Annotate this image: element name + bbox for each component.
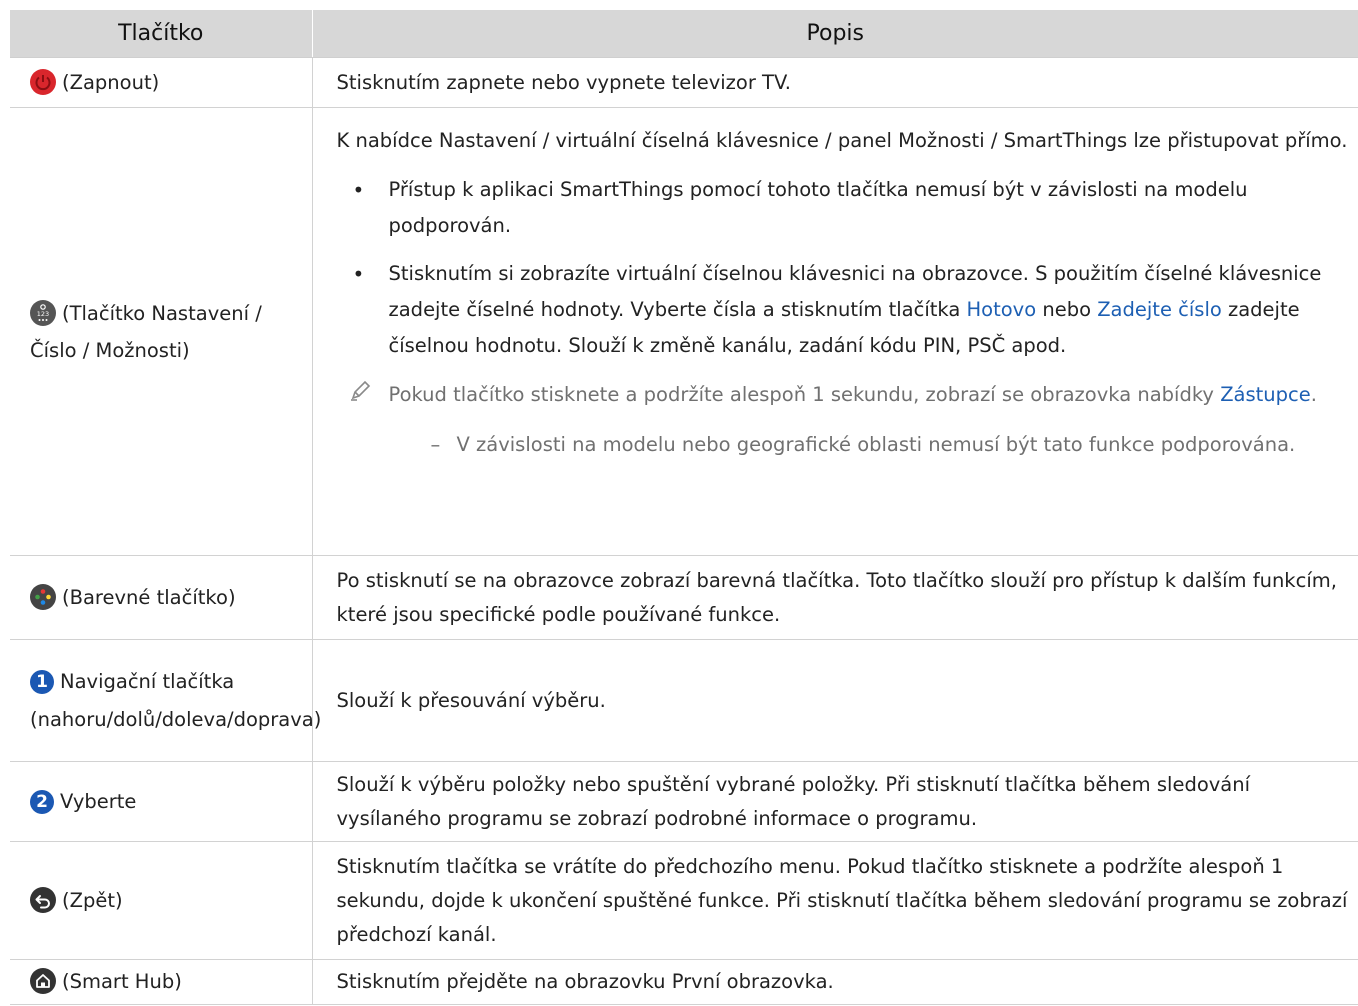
back-icon <box>30 886 56 913</box>
description-text: K nabídce Nastavení / virtuální číselná … <box>336 129 1348 152</box>
list-item: • Přístup k aplikaci SmartThings pomocí … <box>337 172 1353 244</box>
button-label: (Barevné tlačítko) <box>62 585 236 609</box>
button-cell: 123 (Tlačítko Nastavení / Číslo / Možnos… <box>10 107 313 556</box>
settings-number-icon: 123 <box>30 299 56 326</box>
button-label: (Tlačítko Nastavení / Číslo / Možnosti) <box>30 301 262 362</box>
sub-note: – V závislosti na modelu nebo geografick… <box>337 428 1353 462</box>
button-label: Vyberte <box>60 789 137 813</box>
link-zastupce[interactable]: Zástupce <box>1220 383 1311 406</box>
pencil-note-icon <box>350 380 370 401</box>
description-text: Slouží k výběru položky nebo spuštění vy… <box>336 772 1251 830</box>
button-label: (Zpět) <box>62 888 123 912</box>
home-icon <box>30 968 56 994</box>
description-text: Stisknutím zapnete nebo vypnete televizo… <box>336 70 791 94</box>
description-cell: Slouží k výběru položky nebo spuštění vy… <box>312 761 1358 842</box>
description-cell: Stisknutím zapnete nebo vypnete televizo… <box>312 57 1358 108</box>
table-row: (Zpět) Stisknutím tlačítka se vrátíte do… <box>10 841 1358 960</box>
description-cell: Slouží k přesouvání výběru. <box>312 639 1358 762</box>
button-description-table: Tlačítko Popis (Zapnout) Stisknutím zapn… <box>10 10 1358 1005</box>
description-text: Stisknutím přejděte na obrazovku První o… <box>336 970 834 993</box>
number-badge-1: 1 <box>30 669 54 694</box>
bullet-text-part: nebo <box>1036 298 1098 321</box>
link-hotovo[interactable]: Hotovo <box>967 298 1037 321</box>
table-row: 2 Vyberte Slouží k výběru položky nebo sp… <box>10 761 1358 842</box>
note: Pokud tlačítko stisknete a podržíte ales… <box>337 376 1353 414</box>
link-zadejte-cislo[interactable]: Zadejte číslo <box>1097 298 1222 321</box>
description-text: Stisknutím tlačítka se vrátíte do předch… <box>336 854 1348 946</box>
button-cell: (Barevné tlačítko) <box>10 555 313 640</box>
description-text: Slouží k přesouvání výběru. <box>336 688 606 712</box>
sub-note-text: V závislosti na modelu nebo geografické … <box>456 433 1296 456</box>
table-header-row: Tlačítko Popis <box>10 10 1358 58</box>
description-cell: Stisknutím přejděte na obrazovku První o… <box>312 959 1358 1005</box>
description-cell: K nabídce Nastavení / virtuální číselná … <box>312 107 1358 556</box>
button-cell: (Zapnout) <box>10 57 313 108</box>
description-cell: Po stisknutí se na obrazovce zobrazí bar… <box>312 555 1358 640</box>
bullet-marker: • <box>352 262 365 286</box>
description-cell: Stisknutím tlačítka se vrátíte do předch… <box>312 841 1358 960</box>
table-row: 123 (Tlačítko Nastavení / Číslo / Možnos… <box>10 107 1358 556</box>
note-text: Pokud tlačítko stisknete a podržíte ales… <box>388 383 1221 406</box>
description-text: Po stisknutí se na obrazovce zobrazí bar… <box>336 568 1337 626</box>
note-text-end: . <box>1310 383 1317 406</box>
header-description-column: Popis <box>312 10 1358 58</box>
color-button-icon <box>30 583 56 610</box>
number-badge-2: 2 <box>30 789 54 814</box>
button-cell: 1 Navigační tlačítka (nahoru/dolů/doleva/… <box>10 639 321 762</box>
table-row: (Zapnout) Stisknutím zapnete nebo vypnet… <box>10 57 1358 108</box>
button-cell: (Zpět) <box>10 841 313 960</box>
power-icon <box>30 68 56 95</box>
header-button-column: Tlačítko <box>10 10 313 58</box>
button-label: Navigační tlačítka (nahoru/dolů/doleva/d… <box>30 669 322 731</box>
button-label: (Zapnout) <box>62 70 160 94</box>
table-row: (Smart Hub) Stisknutím přejděte na obraz… <box>10 959 1358 1005</box>
bullet-list: • Přístup k aplikaci SmartThings pomocí … <box>337 172 1353 364</box>
button-cell: 2 Vyberte <box>10 761 313 842</box>
bullet-marker: • <box>352 178 365 202</box>
dash-marker: – <box>430 433 441 456</box>
bullet-text: Přístup k aplikaci SmartThings pomocí to… <box>388 178 1248 237</box>
button-label: (Smart Hub) <box>62 970 182 993</box>
svg-text:123: 123 <box>37 310 49 318</box>
table-row: 1 Navigační tlačítka (nahoru/dolů/doleva/… <box>10 639 1358 762</box>
button-cell: (Smart Hub) <box>10 959 313 1005</box>
table-row: (Barevné tlačítko) Po stisknutí se na ob… <box>10 555 1358 640</box>
list-item: • Stisknutím si zobrazíte virtuální číse… <box>337 256 1353 364</box>
